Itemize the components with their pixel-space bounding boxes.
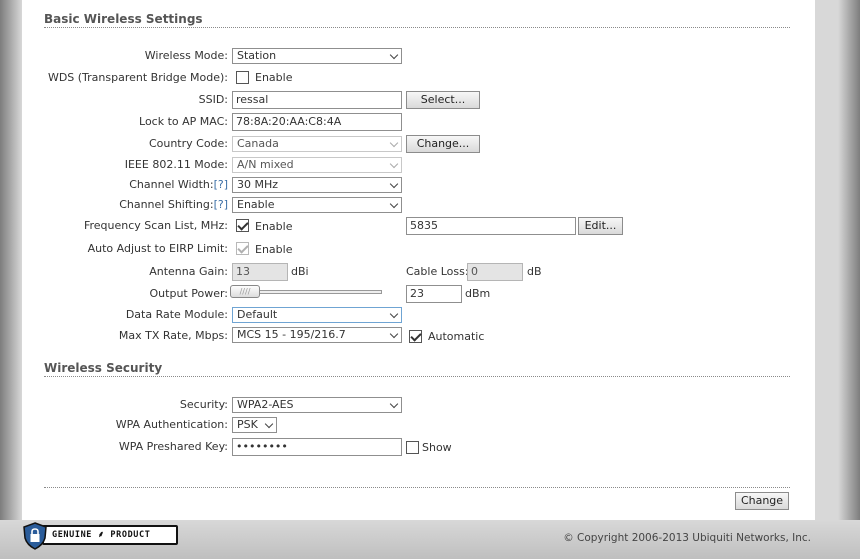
output-power-unit: dBm: [465, 287, 491, 300]
cable-loss-unit: dB: [527, 265, 542, 278]
channel-shifting-value: Enable: [237, 198, 275, 211]
lock-ap-mac-input[interactable]: 78:8A:20:AA:C8:4A: [232, 113, 402, 131]
chevron-down-icon: [264, 419, 274, 429]
settings-panel: Basic Wireless Settings Wireless Mode: S…: [22, 0, 815, 520]
freq-scan-label: Frequency Scan List, MHz:: [83, 219, 228, 232]
max-tx-value: MCS 15 - 195/216.7: [237, 328, 346, 341]
chevron-down-icon: [389, 199, 399, 209]
output-power-input[interactable]: 23: [406, 285, 462, 303]
data-rate-value: Default: [237, 308, 278, 321]
output-power-label: Output Power:: [149, 287, 228, 300]
section-divider: [44, 27, 790, 28]
data-rate-label: Data Rate Module:: [125, 308, 228, 321]
channel-shifting-label-text: Channel Shifting:: [119, 198, 214, 211]
security-label: Security:: [179, 398, 228, 411]
country-code-value: Canada: [237, 137, 279, 150]
wpa-key-input[interactable]: ••••••••: [232, 438, 402, 456]
wpa-key-show-checkbox[interactable]: [406, 441, 419, 454]
freq-scan-edit-button[interactable]: Edit...: [578, 217, 623, 235]
max-tx-label: Max TX Rate, Mbps:: [118, 329, 228, 342]
output-power-slider-handle[interactable]: ////: [230, 285, 260, 298]
wpa-auth-value: PSK: [237, 418, 258, 431]
section-title-security: Wireless Security: [44, 361, 163, 375]
chevron-down-icon: [389, 399, 399, 409]
antenna-gain-input: 13: [232, 263, 288, 281]
chevron-down-icon: [389, 159, 399, 169]
change-button[interactable]: Change: [735, 492, 789, 510]
chevron-down-icon: [389, 179, 399, 189]
lock-ap-mac-label: Lock to AP MAC:: [139, 115, 228, 128]
shield-lock-icon: [23, 522, 47, 550]
wireless-mode-select[interactable]: Station: [232, 48, 402, 64]
section-divider: [44, 376, 790, 377]
channel-shifting-help-link[interactable]: [?]: [214, 198, 228, 211]
ssid-input[interactable]: ressal: [232, 91, 402, 109]
chevron-down-icon: [389, 309, 399, 319]
country-code-label: Country Code:: [148, 137, 228, 150]
ieee-mode-label: IEEE 802.11 Mode:: [124, 158, 228, 171]
channel-shifting-label: Channel Shifting:[?]: [22, 197, 228, 213]
data-rate-select[interactable]: Default: [232, 307, 402, 323]
country-change-button[interactable]: Change...: [406, 135, 480, 153]
wireless-mode-value: Station: [237, 49, 277, 62]
country-code-select: Canada: [232, 136, 402, 152]
wpa-auth-select[interactable]: PSK: [232, 417, 277, 433]
logo-text: GENUINE ⸙ PRODUCT: [42, 525, 178, 545]
security-select[interactable]: WPA2-AES: [232, 397, 402, 413]
auto-eirp-label: Auto Adjust to EIRP Limit:: [87, 242, 228, 255]
freq-scan-checkbox-label: Enable: [255, 220, 293, 233]
section-divider: [44, 487, 790, 488]
genuine-product-logo: GENUINE ⸙ PRODUCT: [22, 520, 180, 552]
wds-checkbox-label: Enable: [255, 71, 293, 84]
ieee-mode-select: A/N mixed: [232, 157, 402, 173]
wpa-auth-label: WPA Authentication:: [115, 418, 228, 431]
section-title-basic: Basic Wireless Settings: [44, 12, 203, 26]
security-value: WPA2-AES: [237, 398, 294, 411]
cable-loss-label: Cable Loss:: [406, 265, 469, 278]
channel-shifting-select[interactable]: Enable: [232, 197, 402, 213]
cable-loss-input: 0: [467, 263, 523, 281]
max-tx-automatic-label: Automatic: [428, 330, 485, 343]
ieee-mode-value: A/N mixed: [237, 158, 294, 171]
auto-eirp-checkbox: [236, 242, 249, 255]
channel-width-select[interactable]: 30 MHz: [232, 177, 402, 193]
auto-eirp-checkbox-label: Enable: [255, 243, 293, 256]
max-tx-select[interactable]: MCS 15 - 195/216.7: [232, 327, 402, 343]
freq-scan-checkbox[interactable]: [236, 219, 249, 232]
channel-width-value: 30 MHz: [237, 178, 279, 191]
wpa-key-show-label: Show: [422, 441, 452, 454]
channel-width-help-link[interactable]: [?]: [214, 178, 228, 191]
channel-width-label: Channel Width:[?]: [22, 177, 228, 193]
wpa-key-label: WPA Preshared Key:: [118, 440, 228, 453]
wds-checkbox[interactable]: [236, 71, 249, 84]
chevron-down-icon: [389, 138, 399, 148]
chevron-down-icon: [389, 50, 399, 60]
ssid-select-button[interactable]: Select...: [406, 91, 480, 109]
antenna-gain-label: Antenna Gain:: [149, 265, 228, 278]
max-tx-automatic-checkbox[interactable]: [409, 330, 422, 343]
copyright-text: © Copyright 2006-2013 Ubiquiti Networks,…: [563, 532, 811, 544]
channel-width-label-text: Channel Width:: [129, 178, 214, 191]
wireless-mode-label: Wireless Mode:: [144, 49, 228, 62]
freq-scan-input[interactable]: 5835: [406, 217, 576, 235]
wds-label: WDS (Transparent Bridge Mode):: [47, 71, 228, 84]
ssid-label: SSID:: [198, 93, 228, 106]
antenna-gain-unit: dBi: [291, 265, 309, 278]
chevron-down-icon: [389, 329, 399, 339]
